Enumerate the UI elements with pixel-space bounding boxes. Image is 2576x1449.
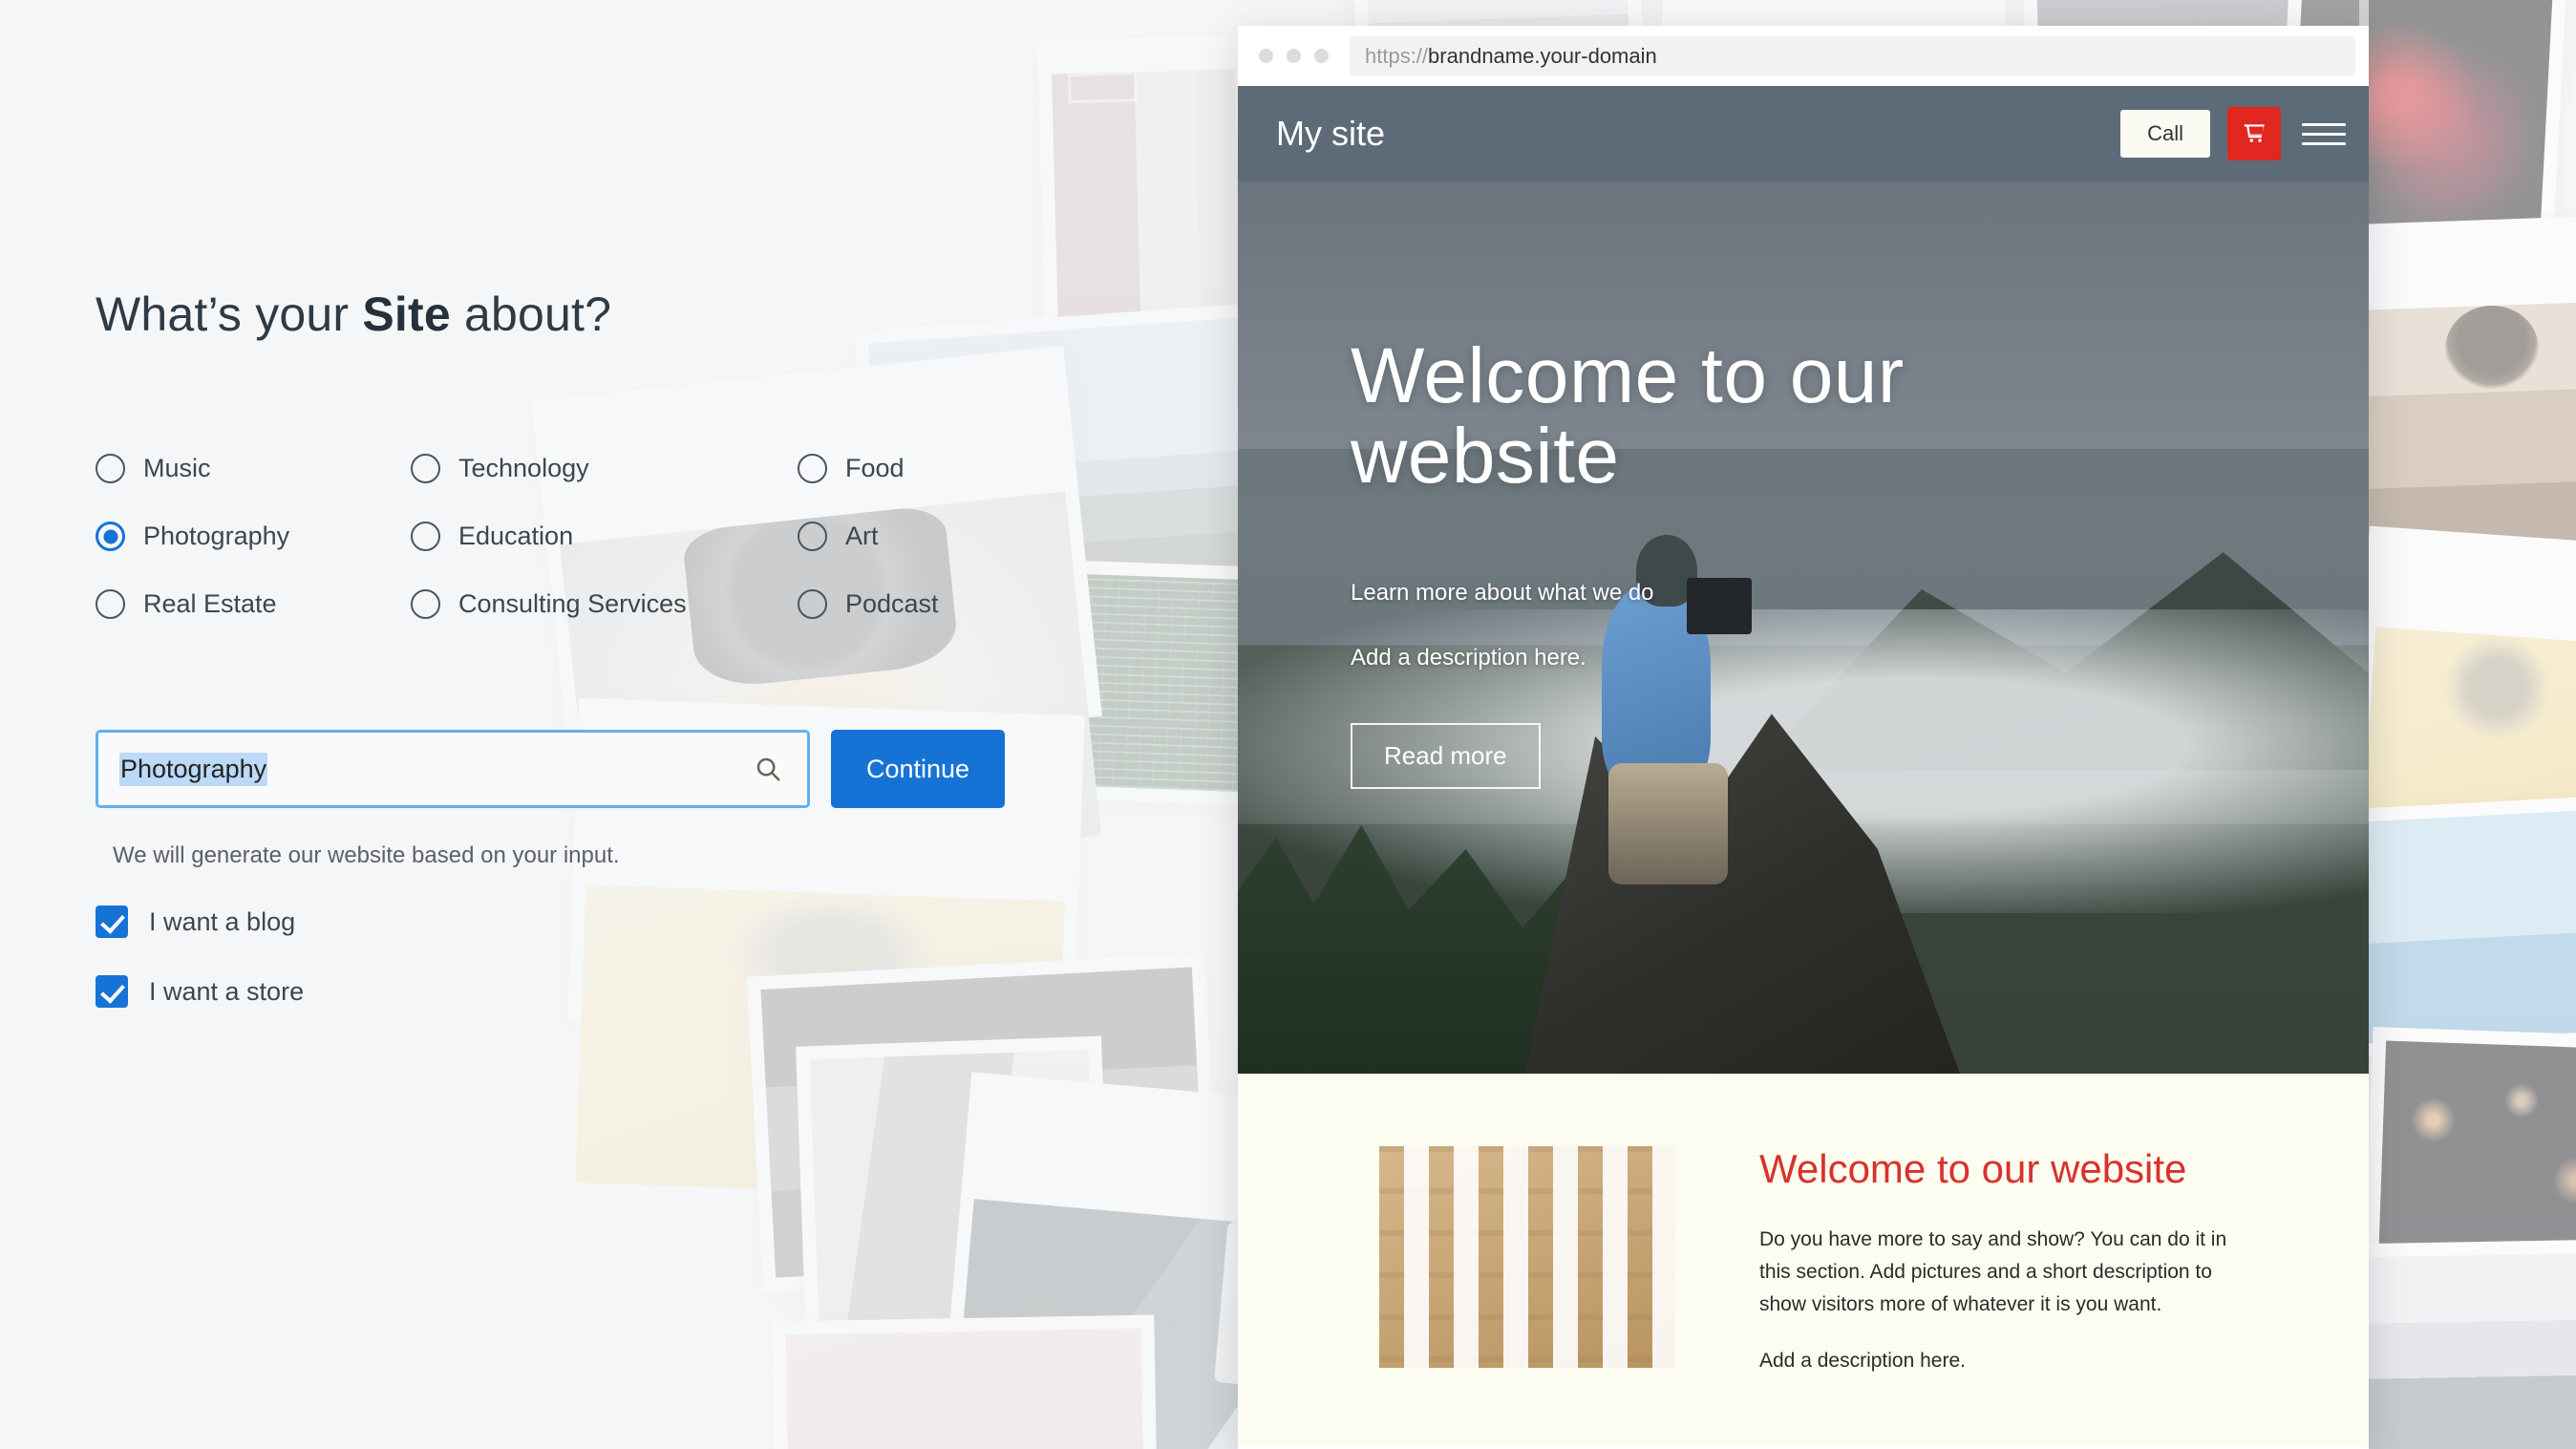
- radio-icon: [411, 454, 440, 483]
- cart-button[interactable]: [2227, 107, 2281, 160]
- checkbox-checked-icon: [96, 906, 128, 938]
- radio-label: Podcast: [845, 589, 939, 618]
- search-icon[interactable]: [754, 755, 782, 783]
- page-title: What’s your Site about?: [96, 287, 611, 342]
- feature-checkbox-group: I want a blog I want a store: [96, 906, 304, 1008]
- about-section: Welcome to our website Do you have more …: [1238, 1074, 2369, 1446]
- checkbox-label: I want a store: [149, 976, 305, 1006]
- window-control-dots: [1259, 49, 1329, 63]
- radio-icon: [96, 454, 125, 483]
- about-image: [1379, 1146, 1675, 1368]
- window-close-dot[interactable]: [1259, 49, 1273, 63]
- checkbox-i-want-a-blog[interactable]: I want a blog: [96, 906, 304, 938]
- radio-option-technology[interactable]: Technology: [411, 454, 798, 483]
- category-radio-group: Music Technology Food Photography Educat…: [96, 454, 939, 619]
- search-row: Photography Continue: [96, 730, 1005, 808]
- collage-card: [2344, 214, 2576, 599]
- collage-card: [2349, 525, 2576, 903]
- page-title-prefix: What’s your: [96, 288, 363, 341]
- form-hint: We will generate our website based on yo…: [113, 842, 620, 868]
- about-paragraph-secondary: Add a description here.: [1759, 1350, 1966, 1373]
- radio-label: Real Estate: [143, 589, 277, 618]
- search-input-value: Photography: [119, 752, 268, 786]
- checkbox-i-want-a-store[interactable]: I want a store: [96, 975, 304, 1008]
- about-text-block: Welcome to our website Do you have more …: [1759, 1146, 2277, 1446]
- hero-section: Welcome to our website Learn more about …: [1238, 181, 2369, 1074]
- radio-option-photography[interactable]: Photography: [96, 522, 411, 551]
- screen: What’s your Site about? Music Technology…: [0, 0, 2576, 1449]
- site-logo-title: My site: [1276, 114, 1386, 153]
- checkbox-checked-icon: [96, 975, 128, 1008]
- radio-option-art[interactable]: Art: [798, 522, 939, 551]
- continue-button[interactable]: Continue: [831, 730, 1005, 808]
- hero-subtitle: Learn more about what we do: [1351, 580, 1654, 607]
- url-scheme: https://: [1365, 43, 1429, 68]
- window-minimize-dot[interactable]: [1287, 49, 1301, 63]
- site-setup-form: What’s your Site about? Music Technology…: [0, 0, 1242, 1449]
- radio-icon: [798, 522, 827, 551]
- page-title-emphasis: Site: [362, 288, 451, 341]
- url-domain: brandname.your-domain: [1428, 43, 1657, 68]
- radio-label: Technology: [458, 454, 589, 482]
- radio-icon: [798, 454, 827, 483]
- radio-option-consulting-services[interactable]: Consulting Services: [411, 589, 798, 619]
- radio-label: Photography: [143, 522, 290, 550]
- website-preview-window: https://brandname.your-domain My site Ca…: [1238, 26, 2369, 1449]
- radio-label: Music: [143, 454, 211, 482]
- about-paragraph: Do you have more to say and show? You ca…: [1759, 1228, 2227, 1316]
- collage-card: [2337, 1239, 2576, 1449]
- shopping-cart-icon: [2242, 120, 2267, 148]
- radio-option-education[interactable]: Education: [411, 522, 798, 551]
- call-button[interactable]: Call: [2120, 110, 2210, 158]
- hero-description: Add a description here.: [1351, 645, 1586, 671]
- radio-option-food[interactable]: Food: [798, 454, 939, 483]
- checkbox-label: I want a blog: [149, 906, 296, 936]
- radio-icon: [798, 589, 827, 619]
- site-navigation-bar: My site Call: [1238, 86, 2369, 181]
- radio-option-music[interactable]: Music: [96, 454, 411, 483]
- radio-option-podcast[interactable]: Podcast: [798, 589, 939, 619]
- about-heading: Welcome to our website: [1759, 1146, 2187, 1191]
- read-more-button[interactable]: Read more: [1351, 723, 1541, 790]
- hero-heading: Welcome to our website: [1351, 332, 1905, 500]
- radio-icon: [411, 589, 440, 619]
- hero-content: Welcome to our website Learn more about …: [1351, 332, 1943, 790]
- page-title-suffix: about?: [450, 288, 612, 341]
- radio-icon-selected: [96, 522, 125, 551]
- radio-option-real-estate[interactable]: Real Estate: [96, 589, 411, 619]
- radio-icon: [411, 522, 440, 551]
- radio-label: Art: [845, 522, 879, 550]
- window-maximize-dot[interactable]: [1314, 49, 1329, 63]
- radio-label: Consulting Services: [458, 589, 687, 618]
- browser-chrome-bar: https://brandname.your-domain: [1238, 26, 2369, 86]
- radio-label: Education: [458, 522, 574, 550]
- search-input[interactable]: Photography: [96, 730, 810, 808]
- collage-card: [2333, 795, 2576, 1058]
- radio-icon: [96, 589, 125, 619]
- address-bar[interactable]: https://brandname.your-domain: [1350, 35, 2355, 76]
- radio-label: Food: [845, 454, 905, 482]
- hamburger-menu-icon[interactable]: [2302, 122, 2346, 145]
